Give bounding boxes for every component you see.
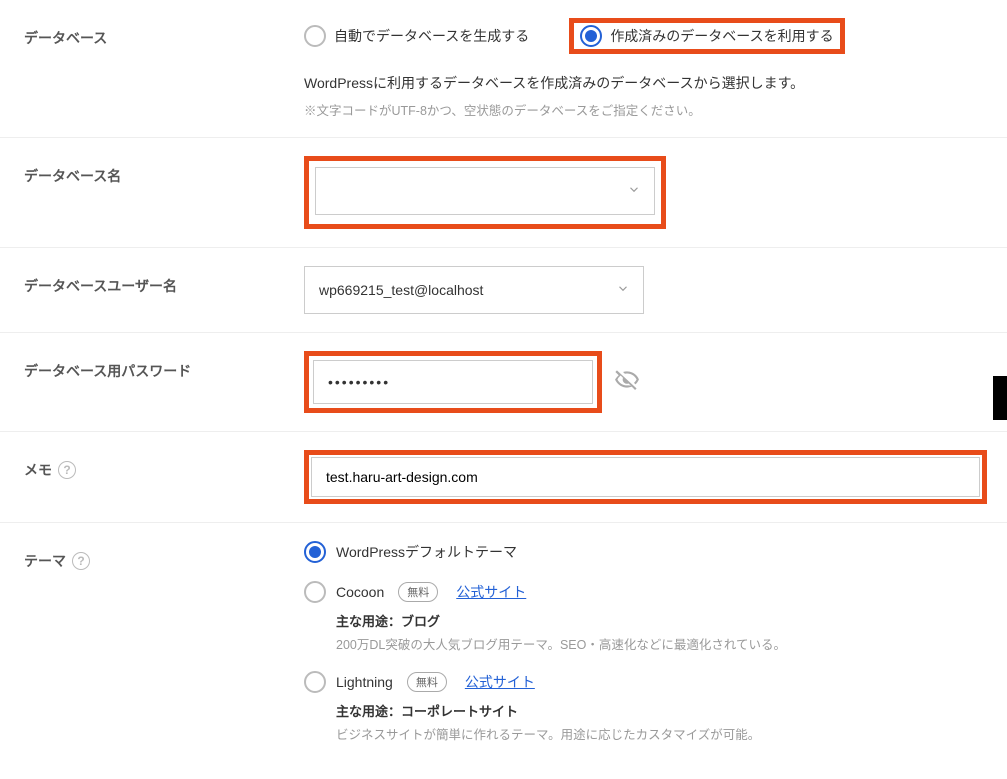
row-database-user: データベースユーザー名 wp669215_test@localhost xyxy=(0,248,1007,333)
radio-use-existing[interactable]: 作成済みのデータベースを利用する xyxy=(580,25,833,47)
db-name-value xyxy=(315,167,655,215)
label-database-password: データベース用パスワード xyxy=(24,351,304,381)
help-icon[interactable]: ? xyxy=(72,552,90,570)
row-theme: テーマ ? WordPressデフォルトテーマ Cocoon 無料 公式サイト … xyxy=(0,523,1007,779)
cocoon-heading: 主な用途：ブログ xyxy=(336,611,987,630)
highlight-db-name xyxy=(304,156,666,229)
database-description: WordPressに利用するデータベースを作成済みのデータベースから選択します。 xyxy=(304,72,987,96)
password-value: ••••••••• xyxy=(328,374,390,390)
label-memo: メモ ? xyxy=(24,450,304,480)
password-input[interactable]: ••••••••• xyxy=(313,360,593,404)
row-database-name: データベース名 xyxy=(0,138,1007,248)
label-database-user: データベースユーザー名 xyxy=(24,266,304,296)
radio-existing-label: 作成済みのデータベースを利用する xyxy=(610,26,833,46)
cocoon-official-link[interactable]: 公式サイト xyxy=(456,582,526,602)
row-database: データベース 自動でデータベースを生成する 作成済みのデータベースを利用する W… xyxy=(0,0,1007,138)
lightning-desc: ビジネスサイトが簡単に作れるテーマ。用途に応じたカスタマイズが可能。 xyxy=(336,724,987,743)
radio-checked-icon xyxy=(580,25,602,47)
highlight-memo xyxy=(304,450,987,504)
row-database-password: データベース用パスワード ••••••••• xyxy=(0,333,1007,432)
radio-checked-icon xyxy=(304,541,326,563)
lightning-official-link[interactable]: 公式サイト xyxy=(465,672,535,692)
database-sub-description: ※文字コードがUTF-8かつ、空状態のデータベースをご指定ください。 xyxy=(304,100,987,119)
radio-icon xyxy=(304,25,326,47)
memo-input[interactable] xyxy=(311,457,980,497)
badge-free: 無料 xyxy=(398,582,438,602)
lightning-heading: 主な用途：コーポレートサイト xyxy=(336,701,987,720)
help-icon[interactable]: ? xyxy=(58,461,76,479)
db-user-value: wp669215_test@localhost xyxy=(304,266,644,314)
radio-icon xyxy=(304,581,326,603)
label-database-name: データベース名 xyxy=(24,156,304,186)
scrollbar-fragment xyxy=(993,376,1007,420)
theme-default[interactable]: WordPressデフォルトテーマ xyxy=(304,541,987,563)
theme-lightning-name: Lightning xyxy=(336,674,393,690)
eye-off-icon[interactable] xyxy=(614,367,640,396)
label-database: データベース xyxy=(24,18,304,48)
theme-cocoon[interactable]: Cocoon 無料 公式サイト xyxy=(304,581,987,603)
row-memo: メモ ? xyxy=(0,432,1007,523)
chevron-down-icon xyxy=(616,281,630,298)
chevron-down-icon xyxy=(627,182,641,199)
radio-auto-generate[interactable]: 自動でデータベースを生成する xyxy=(304,25,529,47)
cocoon-desc: 200万DL突破の大人気ブログ用テーマ。SEO・高速化などに最適化されている。 xyxy=(336,634,987,653)
db-user-select[interactable]: wp669215_test@localhost xyxy=(304,266,644,314)
highlight-existing-radio: 作成済みのデータベースを利用する xyxy=(569,18,844,54)
radio-auto-label: 自動でデータベースを生成する xyxy=(334,26,529,46)
highlight-password: ••••••••• xyxy=(304,351,602,413)
database-radio-group: 自動でデータベースを生成する 作成済みのデータベースを利用する xyxy=(304,18,987,54)
badge-free: 無料 xyxy=(407,672,447,692)
label-theme: テーマ ? xyxy=(24,541,304,571)
radio-icon xyxy=(304,671,326,693)
theme-cocoon-name: Cocoon xyxy=(336,584,384,600)
db-name-select[interactable] xyxy=(315,167,655,215)
theme-default-label: WordPressデフォルトテーマ xyxy=(336,542,517,562)
theme-lightning[interactable]: Lightning 無料 公式サイト xyxy=(304,671,987,693)
